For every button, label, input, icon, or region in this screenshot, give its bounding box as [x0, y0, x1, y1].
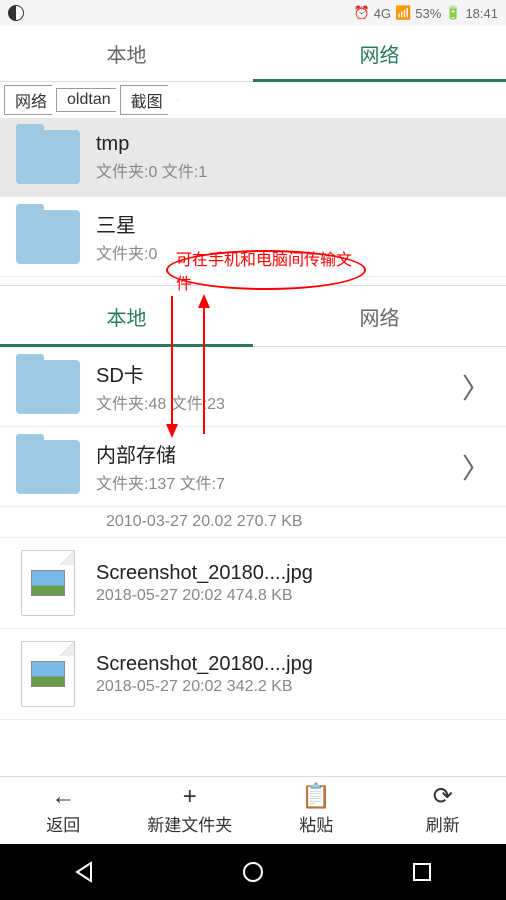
paste-button[interactable]: 📋 粘贴 [253, 777, 380, 844]
list-item[interactable]: Screenshot_20180....jpg 2018-05-27 20:02… [0, 629, 506, 720]
item-title: 三星 [96, 209, 490, 238]
paste-icon: 📋 [301, 785, 331, 809]
item-subtitle: 2018-05-27 20:02 474.8 KB [96, 587, 490, 605]
alarm-icon: ⏰ [354, 5, 370, 21]
nav-back-button[interactable] [64, 852, 104, 892]
item-title: Screenshot_20180....jpg [96, 653, 490, 676]
tab-network[interactable]: 网络 [253, 26, 506, 81]
tab-network-mid[interactable]: 网络 [253, 286, 506, 346]
list-item[interactable]: SD卡 文件夹:48 文件:23 〉 [0, 347, 506, 427]
list-item[interactable]: Screenshot_20180....jpg 2018-05-27 20:02… [0, 538, 506, 629]
refresh-icon: ⟳ [433, 785, 453, 809]
signal-bars-icon: 📶 [395, 5, 411, 21]
android-navbar [0, 844, 506, 900]
refresh-label: 刷新 [426, 811, 460, 836]
folder-icon [16, 130, 80, 184]
refresh-button[interactable]: ⟳ 刷新 [380, 777, 506, 844]
item-subtitle: 文件夹:137 文件:7 [96, 470, 446, 494]
item-subtitle: 文件夹:0 文件:1 [96, 158, 490, 182]
crumb-2[interactable]: 截图 [120, 85, 178, 115]
tab-local-mid[interactable]: 本地 [0, 286, 253, 346]
chevron-right-icon: 〉 [462, 367, 490, 407]
breadcrumb: 网络 oldtan 截图 [0, 82, 506, 118]
new-folder-label: 新建文件夹 [147, 811, 232, 836]
bottom-toolbar: ← 返回 + 新建文件夹 📋 粘贴 ⟳ 刷新 [0, 776, 506, 844]
list-item[interactable]: 三星 文件夹:0 [0, 197, 506, 277]
status-bar: ⏰ 4G 📶 53% 🔋 18:41 [0, 0, 506, 26]
top-tabs: 本地 网络 [0, 26, 506, 82]
back-button[interactable]: ← 返回 [0, 777, 127, 844]
contrast-icon [8, 5, 24, 21]
folder-icon [16, 210, 80, 264]
nav-recent-button[interactable] [402, 852, 442, 892]
plus-icon: + [183, 785, 197, 809]
image-file-icon [21, 550, 75, 616]
tab-local[interactable]: 本地 [0, 26, 253, 81]
battery-icon: 🔋 [445, 5, 461, 21]
item-title: SD卡 [96, 359, 446, 388]
item-subtitle: 文件夹:48 文件:23 [96, 390, 446, 414]
back-label: 返回 [46, 811, 80, 836]
local-file-list: SD卡 文件夹:48 文件:23 〉 内部存储 文件夹:137 文件:7 〉 2… [0, 347, 506, 720]
nav-home-button[interactable] [233, 852, 273, 892]
image-file-icon [21, 641, 75, 707]
time-text: 18:41 [465, 6, 498, 21]
list-item[interactable]: 内部存储 文件夹:137 文件:7 〉 [0, 427, 506, 507]
item-subtitle: 2018-05-27 20:02 342.2 KB [96, 678, 490, 696]
list-item[interactable]: tmp 文件夹:0 文件:1 [0, 118, 506, 197]
network-file-list: tmp 文件夹:0 文件:1 三星 文件夹:0 [0, 118, 506, 277]
signal-icon: 4G [374, 6, 391, 21]
folder-icon [16, 360, 80, 414]
battery-text: 53% [415, 6, 441, 21]
crumb-0[interactable]: 网络 [4, 85, 62, 115]
arrow-left-icon: ← [51, 785, 75, 809]
paste-label: 粘贴 [299, 811, 333, 836]
chevron-right-icon: 〉 [462, 447, 490, 487]
item-title: Screenshot_20180....jpg [96, 562, 490, 585]
item-title: 内部存储 [96, 439, 446, 468]
item-subtitle: 文件夹:0 [96, 240, 490, 264]
partial-item-subtitle: 2010-03-27 20.02 270.7 KB [0, 507, 506, 538]
mid-tabs: 本地 网络 [0, 285, 506, 347]
new-folder-button[interactable]: + 新建文件夹 [127, 777, 254, 844]
folder-icon [16, 440, 80, 494]
crumb-1[interactable]: oldtan [56, 88, 126, 112]
item-title: tmp [96, 133, 490, 156]
